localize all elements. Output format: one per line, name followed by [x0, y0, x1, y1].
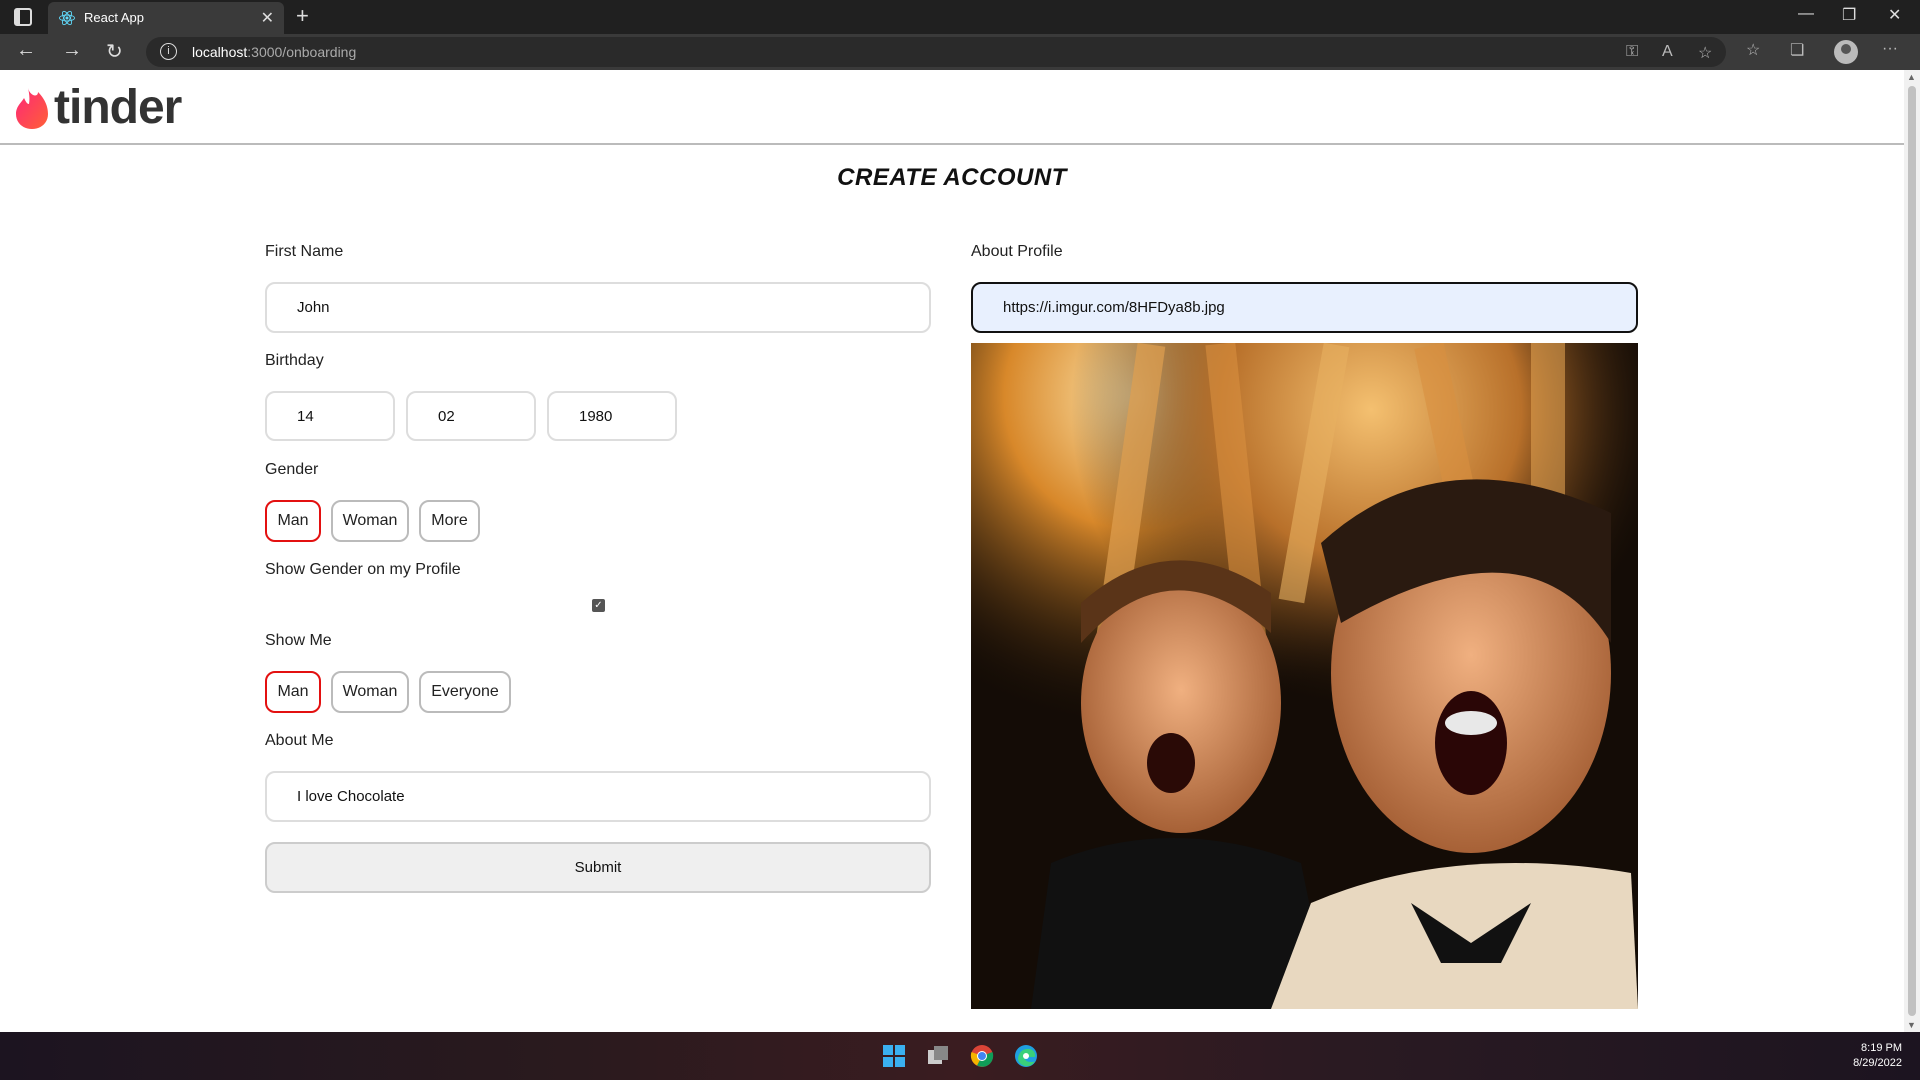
profile-url-input[interactable]: https://i.imgur.com/8HFDya8b.jpg	[971, 282, 1638, 333]
key-icon[interactable]: ⚿	[1626, 43, 1638, 61]
system-clock[interactable]: 8:19 PM 8/29/2022	[1853, 1041, 1902, 1071]
browser-tab[interactable]: React App ✕	[48, 2, 284, 34]
page-scrollbar[interactable]: ▲ ▼	[1904, 70, 1920, 1032]
show-me-option-everyone[interactable]: Everyone	[419, 671, 511, 713]
show-gender-checkbox[interactable]: ✓	[592, 599, 605, 612]
birthday-label: Birthday	[265, 352, 324, 369]
logo-text: tinder	[54, 81, 182, 134]
first-name-label: First Name	[265, 243, 344, 260]
about-me-input[interactable]: I love Chocolate	[265, 771, 931, 822]
tinder-logo[interactable]: tinder	[14, 80, 182, 135]
site-header: tinder	[0, 70, 1904, 145]
windows-start-icon[interactable]	[882, 1044, 906, 1068]
back-icon[interactable]: ←	[16, 39, 36, 62]
favorites-icon[interactable]: ☆	[1746, 40, 1760, 60]
refresh-icon[interactable]: ↻	[106, 39, 123, 64]
close-window-icon[interactable]: ✕	[1888, 5, 1901, 25]
edge-icon[interactable]	[1014, 1044, 1038, 1068]
gender-label: Gender	[265, 461, 319, 478]
birthday-year-input[interactable]: 1980	[547, 391, 677, 441]
collections-icon[interactable]: ❏	[1790, 40, 1804, 60]
tab-title: React App	[84, 10, 144, 25]
gender-option-woman[interactable]: Woman	[331, 500, 409, 542]
url-text: localhost:3000/onboarding	[192, 44, 356, 60]
windows-taskbar: 8:19 PM 8/29/2022	[0, 1032, 1920, 1080]
add-favorite-icon[interactable]: ☆	[1698, 43, 1712, 63]
birthday-day-input[interactable]: 14	[265, 391, 395, 441]
browser-tab-bar: React App ✕ + — ❐ ✕	[0, 0, 1920, 34]
about-me-label: About Me	[265, 732, 334, 749]
gender-option-man[interactable]: Man	[265, 500, 321, 542]
forward-icon[interactable]: →	[62, 39, 82, 62]
first-name-input[interactable]: John	[265, 282, 931, 333]
browser-toolbar: ← → ↻ i localhost:3000/onboarding ⚿ A ☆ …	[0, 34, 1920, 70]
profile-avatar-icon[interactable]	[1834, 40, 1858, 64]
restore-icon[interactable]: ❐	[1842, 5, 1856, 25]
new-tab-icon[interactable]: +	[296, 3, 309, 29]
page-viewport: tinder CREATE ACCOUNT First Name John Bi…	[0, 70, 1920, 1032]
url-path: :3000/onboarding	[247, 44, 357, 60]
task-view-icon[interactable]	[926, 1044, 950, 1068]
flame-icon	[16, 87, 48, 129]
clock-time: 8:19 PM	[1861, 1042, 1902, 1054]
url-host: localhost	[192, 44, 248, 60]
about-profile-label: About Profile	[971, 243, 1063, 260]
profile-photo-image	[971, 343, 1638, 1009]
site-info-icon[interactable]: i	[160, 43, 177, 60]
show-me-option-woman[interactable]: Woman	[331, 671, 409, 713]
read-aloud-icon[interactable]: A	[1662, 43, 1673, 61]
minimize-icon[interactable]: —	[1798, 5, 1814, 23]
show-gender-label: Show Gender on my Profile	[265, 561, 461, 578]
address-bar[interactable]: i localhost:3000/onboarding ⚿ A ☆	[146, 37, 1726, 67]
scrollbar-thumb[interactable]	[1908, 86, 1916, 1016]
page-title: CREATE ACCOUNT	[837, 164, 1067, 191]
birthday-month-input[interactable]: 02	[406, 391, 536, 441]
chrome-icon[interactable]	[970, 1044, 994, 1068]
react-icon	[59, 10, 75, 26]
gender-option-more[interactable]: More	[419, 500, 480, 542]
show-me-option-man[interactable]: Man	[265, 671, 321, 713]
scroll-down-icon[interactable]: ▼	[1907, 1020, 1916, 1030]
clock-date: 8/29/2022	[1853, 1057, 1902, 1069]
submit-button[interactable]: Submit	[265, 842, 931, 893]
tab-actions-icon[interactable]	[14, 8, 32, 26]
close-tab-icon[interactable]: ✕	[261, 8, 274, 28]
scroll-up-icon[interactable]: ▲	[1907, 72, 1916, 82]
more-menu-icon[interactable]: ···	[1882, 40, 1898, 58]
show-me-label: Show Me	[265, 632, 332, 649]
profile-photo-preview	[971, 343, 1638, 1009]
